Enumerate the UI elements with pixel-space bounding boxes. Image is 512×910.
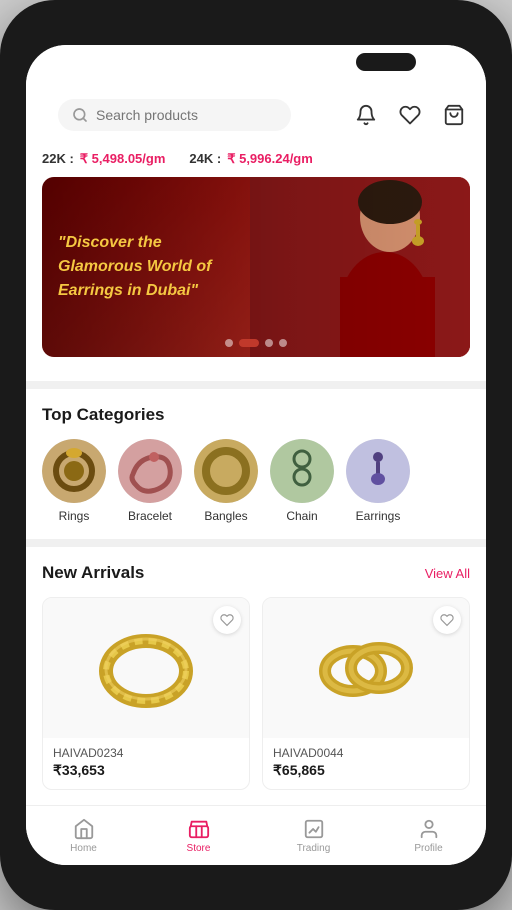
scroll-content[interactable]: 22K : ₹ 5,498.05/gm 24K : ₹ 5,996.24/gm [26, 81, 486, 805]
products-grid: HAIVAD0234 ₹33,653 [42, 597, 470, 790]
product-price-2: ₹65,865 [273, 762, 459, 779]
nav-store-label: Store [187, 843, 211, 854]
search-row [26, 81, 486, 145]
dot-2[interactable] [239, 339, 259, 347]
view-all-button[interactable]: View All [425, 566, 470, 581]
product-id-2: HAIVAD0044 [273, 746, 459, 760]
nav-profile[interactable]: Profile [371, 812, 486, 860]
chart-icon [303, 818, 325, 840]
dot-4[interactable] [279, 339, 287, 347]
category-bracelet-label: Bracelet [128, 509, 172, 523]
category-chain[interactable]: Chain [270, 439, 334, 523]
dot-1[interactable] [225, 339, 233, 347]
gold-prices: 22K : ₹ 5,498.05/gm 24K : ₹ 5,996.24/gm [26, 145, 486, 177]
search-input[interactable] [96, 107, 277, 123]
profile-icon [418, 818, 440, 840]
product-image-1 [43, 598, 249, 738]
label-22k: 22K : [42, 151, 74, 167]
category-earrings-label: Earrings [356, 509, 401, 523]
new-arrivals-header: New Arrivals View All [42, 563, 470, 583]
category-chain-image [270, 439, 334, 503]
new-arrivals-section: New Arrivals View All [26, 547, 486, 805]
value-22k: ₹ 5,498.05/gm [80, 151, 166, 167]
nav-trading[interactable]: Trading [256, 812, 371, 860]
product-price-1: ₹33,653 [53, 762, 239, 779]
nav-trading-label: Trading [297, 843, 331, 854]
categories-header: Top Categories [42, 405, 470, 425]
product-id-1: HAIVAD0234 [53, 746, 239, 760]
nav-store[interactable]: Store [141, 812, 256, 860]
nav-home[interactable]: Home [26, 812, 141, 860]
dot-3[interactable] [265, 339, 273, 347]
shopping-bag-icon [443, 104, 465, 126]
category-rings-label: Rings [59, 509, 90, 523]
search-icon [72, 107, 88, 123]
category-earrings-image [346, 439, 410, 503]
phone-frame: 22K : ₹ 5,498.05/gm 24K : ₹ 5,996.24/gm [0, 0, 512, 910]
category-bangles-image [194, 439, 258, 503]
top-section: 22K : ₹ 5,498.05/gm 24K : ₹ 5,996.24/gm [26, 81, 486, 381]
wishlist-button[interactable] [394, 99, 426, 131]
product-image-2 [263, 598, 469, 738]
category-bangles[interactable]: Bangles [194, 439, 258, 523]
phone-screen: 22K : ₹ 5,498.05/gm 24K : ₹ 5,996.24/gm [26, 45, 486, 865]
price-22k: 22K : ₹ 5,498.05/gm [42, 151, 165, 167]
heart-icon [399, 104, 421, 126]
wishlist-btn-2[interactable] [433, 606, 461, 634]
banner-text: "Discover the Glamorous World of Earring… [58, 231, 238, 303]
category-rings[interactable]: Rings [42, 439, 106, 523]
camera-notch [356, 53, 416, 71]
search-bar[interactable] [58, 99, 291, 131]
status-bar [26, 45, 486, 81]
category-earrings[interactable]: Earrings [346, 439, 410, 523]
store-icon [188, 818, 210, 840]
header-icons [350, 99, 470, 131]
heart-outline-icon-2 [440, 613, 454, 627]
label-24k: 24K : [189, 151, 221, 167]
rings-svg [311, 613, 421, 723]
cart-button[interactable] [438, 99, 470, 131]
bell-icon [355, 104, 377, 126]
new-arrivals-title: New Arrivals [42, 563, 144, 583]
categories-list: Rings Bracelet [42, 439, 470, 523]
banner-dots [225, 339, 287, 347]
nav-profile-label: Profile [414, 843, 442, 854]
bottom-nav: Home Store Trading Profile [26, 805, 486, 865]
home-icon [73, 818, 95, 840]
promo-banner[interactable]: "Discover the Glamorous World of Earring… [42, 177, 470, 357]
category-rings-image [42, 439, 106, 503]
product-info-2: HAIVAD0044 ₹65,865 [263, 738, 469, 789]
nav-home-label: Home [70, 843, 97, 854]
category-bangles-label: Bangles [204, 509, 247, 523]
wishlist-btn-1[interactable] [213, 606, 241, 634]
product-card-2[interactable]: HAIVAD0044 ₹65,865 [262, 597, 470, 790]
categories-section: Top Categories Rings [26, 389, 486, 539]
product-info-1: HAIVAD0234 ₹33,653 [43, 738, 249, 789]
bangle-svg [91, 613, 201, 723]
categories-title: Top Categories [42, 405, 164, 425]
category-bracelet-image [118, 439, 182, 503]
heart-outline-icon [220, 613, 234, 627]
product-card-1[interactable]: HAIVAD0234 ₹33,653 [42, 597, 250, 790]
value-24k: ₹ 5,996.24/gm [227, 151, 313, 167]
notification-button[interactable] [350, 99, 382, 131]
price-24k: 24K : ₹ 5,996.24/gm [189, 151, 312, 167]
category-chain-label: Chain [286, 509, 317, 523]
category-bracelet[interactable]: Bracelet [118, 439, 182, 523]
